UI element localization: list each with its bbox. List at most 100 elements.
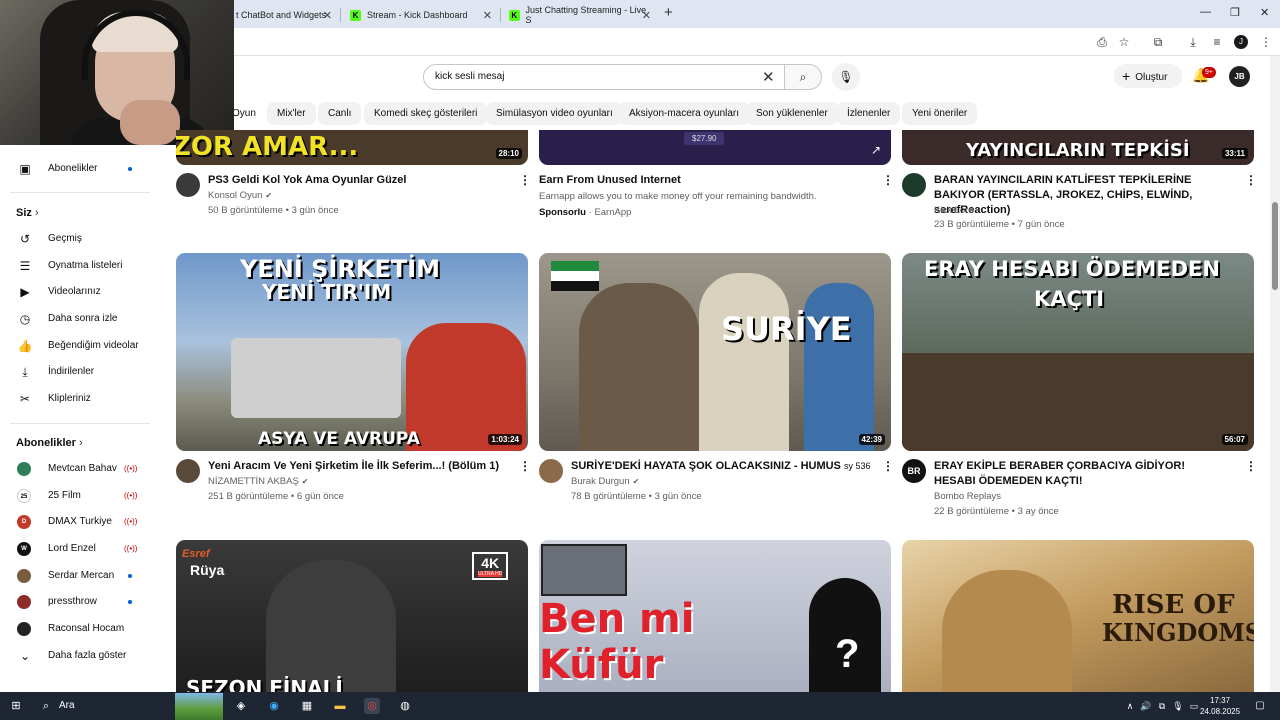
sidebar-item-subscriptions[interactable]: ▣ Abonelikler [0, 156, 160, 182]
chip-son-yuklenenler[interactable]: Son yüklenenler [746, 102, 838, 125]
channel-avatar[interactable] [176, 459, 200, 483]
taskbar-search-label[interactable]: Ara [59, 700, 75, 711]
browser-menu-icon[interactable]: ⋮ [1258, 34, 1274, 50]
video-title[interactable]: PS3 Geldi Kol Yok Ama Oyunlar Güzel [208, 173, 508, 188]
channel-name[interactable]: Kick Lord [934, 205, 974, 216]
system-clock[interactable]: 17:37 24.08.2025 [1200, 695, 1240, 717]
close-tab-icon[interactable]: ✕ [483, 9, 492, 22]
scrollbar-thumb[interactable] [1272, 202, 1278, 290]
windows-start-icon[interactable]: ⊞ [8, 698, 24, 714]
more-actions-icon[interactable]: ⋮ [882, 173, 894, 187]
chip-yeni-oneriler[interactable]: Yeni öneriler [902, 102, 978, 125]
create-button[interactable]: + Oluştur [1114, 64, 1182, 88]
ad-thumbnail[interactable]: $27.90 ↗ [539, 130, 891, 165]
video-thumbnail[interactable]: SURİYE 42:39 [539, 253, 891, 451]
widgets-icon[interactable] [175, 693, 223, 720]
sidebar-sub-dmax[interactable]: D DMAX Turkiye ((•)) [0, 509, 160, 535]
store-icon[interactable]: ▦ [299, 698, 315, 714]
more-actions-icon[interactable]: ⋮ [519, 459, 531, 473]
sidebar-sub-pressthrow[interactable]: pressthrow [0, 589, 160, 615]
sidebar-item-playlists[interactable]: ☰ Oynatma listeleri [0, 253, 160, 279]
clear-search-icon[interactable]: ✕ [762, 68, 775, 86]
chip-canli[interactable]: Canlı [318, 102, 362, 125]
video-thumbnail[interactable]: Esref Rüya 4K ULTRA HD SEZON FİNALİ [176, 540, 528, 692]
channel-avatar[interactable]: BR [902, 459, 926, 483]
close-window-icon[interactable]: ✕ [1260, 6, 1269, 19]
chip-simulasyon[interactable]: Simülasyon video oyunları [486, 102, 623, 125]
channel-avatar[interactable] [539, 459, 563, 483]
edge-icon[interactable]: ◉ [266, 698, 282, 714]
subscriptions-heading[interactable]: Abonelikler › [16, 437, 83, 449]
sidebar-sub-serdar[interactable]: Serdar Mercan [0, 563, 160, 589]
chrome-icon[interactable]: ◎ [364, 698, 380, 714]
tray-app-icon[interactable]: ⧉ [1154, 698, 1170, 714]
profile-avatar[interactable]: J [1234, 35, 1248, 49]
more-actions-icon[interactable]: ⋮ [519, 173, 531, 187]
video-thumbnail[interactable]: YAYINCILARIN TEPKİSİ 33:11 [902, 130, 1254, 165]
sidebar-item-watch-later[interactable]: ◷ Daha sonra izle [0, 306, 160, 332]
channel-name[interactable]: Konsol Oyun ✔ [208, 190, 272, 201]
video-thumbnail[interactable]: YENİ ŞİRKETİM YENİ TIR'IM ASYA VE AVRUPA… [176, 253, 528, 451]
tab-just-chatting[interactable]: K Just Chatting Streaming - Live S ✕ [501, 4, 657, 26]
video-title[interactable]: Yeni Aracım Ve Yeni Şirketim İle İlk Sef… [208, 459, 508, 474]
voice-search-icon[interactable]: 🎙 [832, 63, 860, 91]
more-actions-icon[interactable]: ⋮ [1245, 459, 1257, 473]
tab-kick-dashboard[interactable]: K Stream - Kick Dashboard ✕ [342, 4, 498, 26]
more-actions-icon[interactable]: ⋮ [1245, 173, 1257, 187]
search-input[interactable]: kick sesli mesaj [423, 64, 785, 90]
channel-avatar[interactable] [902, 173, 926, 197]
sidebar-show-more[interactable]: ⌄ Daha fazla göster [0, 643, 160, 669]
search-icon[interactable]: ⌕ [38, 698, 54, 714]
notification-badge: 9+ [1202, 67, 1216, 78]
chip-komedi[interactable]: Komedi skeç gösterileri [364, 102, 488, 125]
sidebar-item-downloads[interactable]: ⤓ İndirilenler [0, 359, 160, 385]
tab-chatbot[interactable]: t ChatBot and Widgets ✕ [228, 4, 338, 26]
chip-izlenenler[interactable]: İzlenenler [837, 102, 901, 125]
tab-label: Just Chatting Streaming - Live S [525, 5, 647, 25]
close-tab-icon[interactable]: ✕ [642, 9, 651, 22]
video-title[interactable]: SURİYE'DEKİ HAYATA ŞOK OLACAKSINIZ - HUM… [571, 459, 871, 474]
page-scrollbar[interactable] [1270, 56, 1280, 692]
copilot-icon[interactable]: ◈ [233, 698, 249, 714]
bookmark-star-icon[interactable]: ☆ [1116, 34, 1132, 50]
sidebar-item-clips[interactable]: ✂ Klipleriniz [0, 386, 160, 412]
video-thumbnail[interactable]: ? Ben mi Küfür [539, 540, 891, 692]
video-thumbnail[interactable]: RISE OF KINGDOMS [902, 540, 1254, 692]
chip-mixler[interactable]: Mix'ler [267, 102, 316, 125]
sidebar-sub-mevtcan[interactable]: Mevtcan Bahav ((•)) [0, 456, 160, 482]
new-tab-icon[interactable]: + [664, 4, 673, 21]
download-icon[interactable]: ⤓ [1185, 34, 1201, 50]
microphone-tray-icon[interactable]: 🎙 [1170, 698, 1186, 714]
restore-icon[interactable]: ❐ [1230, 6, 1240, 19]
channel-avatar[interactable] [176, 173, 200, 197]
channel-name[interactable]: Bombo Replays [934, 491, 1001, 502]
channel-name[interactable]: NİZAMETTİN AKBAŞ ✔ [208, 476, 309, 487]
extensions-icon[interactable]: ⧉ [1150, 34, 1166, 50]
sidebar-sub-25film[interactable]: 25 25 Film ((•)) [0, 483, 160, 509]
notification-center-icon[interactable]: ▢ [1252, 698, 1268, 714]
volume-tray-icon[interactable]: 🔊 [1138, 698, 1154, 714]
sidebar-item-history[interactable]: ↺ Geçmiş [0, 226, 160, 252]
youtube-account-avatar[interactable]: JB [1229, 66, 1250, 87]
video-title[interactable]: ERAY EKİPLE BERABER ÇORBACIYA GİDİYOR! H… [934, 459, 1224, 489]
media-control-icon[interactable]: ≡ [1209, 34, 1225, 50]
ad-title[interactable]: Earn From Unused Internet [539, 173, 859, 188]
show-hidden-icons[interactable]: ∧ [1122, 698, 1138, 714]
file-explorer-icon[interactable]: ▬ [332, 698, 348, 714]
video-title[interactable]: BARAN YAYINCILARIN KATLİFEST TEPKİLERİNE… [934, 173, 1234, 218]
sidebar-sub-raconsal[interactable]: Raconsal Hocam [0, 616, 160, 642]
install-app-icon[interactable]: ⎙ [1094, 34, 1110, 50]
search-button[interactable]: ⌕ [784, 64, 822, 90]
chip-aksiyon[interactable]: Aksiyon-macera oyunları [619, 102, 750, 125]
sidebar-item-your-videos[interactable]: ▶ Videolarınız [0, 279, 160, 305]
you-heading[interactable]: Siz › [16, 207, 39, 219]
sidebar-item-liked[interactable]: 👍 Beğendiğim videolar [0, 333, 160, 359]
minimize-icon[interactable]: — [1200, 6, 1211, 18]
sidebar-sub-lord-enzel[interactable]: W Lord Enzel ((•)) [0, 536, 160, 562]
more-actions-icon[interactable]: ⋮ [882, 459, 894, 473]
close-tab-icon[interactable]: ✕ [323, 9, 332, 22]
video-thumbnail[interactable]: ERAY HESABI ÖDEMEDEN KAÇTI 56:07 [902, 253, 1254, 451]
video-thumbnail[interactable]: ZOR AMAR... 28:10 [176, 130, 528, 165]
obs-icon[interactable]: ◍ [397, 698, 413, 714]
channel-name[interactable]: Burak Durgun ✔ [571, 476, 639, 487]
